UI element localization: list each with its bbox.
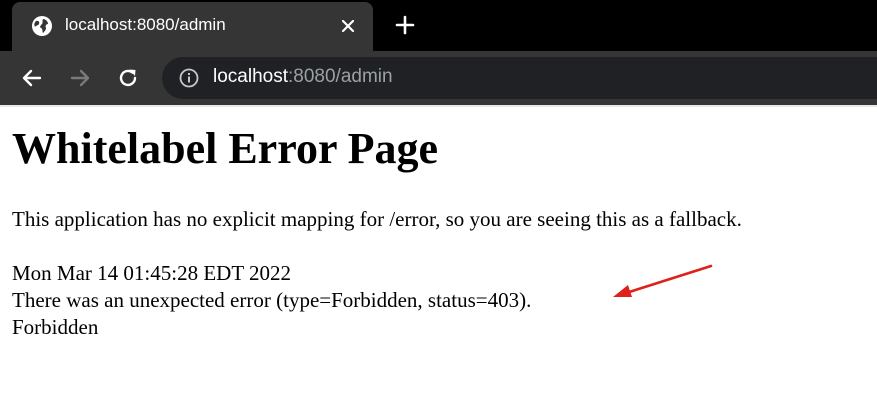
error-message: There was an unexpected error (type=Forb… — [12, 288, 532, 312]
close-icon[interactable] — [339, 17, 357, 35]
tab-bar: localhost:8080/admin — [0, 0, 877, 51]
globe-icon — [32, 16, 52, 36]
info-icon[interactable] — [179, 68, 199, 88]
browser-tab[interactable]: localhost:8080/admin — [12, 2, 373, 51]
browser-toolbar: localhost:8080/admin — [0, 51, 877, 105]
annotation-arrow — [613, 264, 713, 297]
error-description: This application has no explicit mapping… — [12, 207, 742, 231]
new-tab-plus-icon[interactable] — [393, 13, 417, 37]
toolbar-divider — [0, 105, 877, 107]
address-bar[interactable]: localhost:8080/admin — [162, 57, 877, 99]
url-text[interactable]: localhost:8080/admin — [213, 66, 393, 88]
url-host: localhost — [213, 66, 288, 87]
error-detail: Forbidden — [12, 315, 99, 339]
forward-arrow-icon[interactable] — [68, 66, 92, 90]
page-title: Whitelabel Error Page — [12, 124, 439, 173]
tab-title: localhost:8080/admin — [65, 15, 226, 34]
error-details: Mon Mar 14 01:45:28 EDT 2022 There was a… — [12, 260, 531, 341]
reload-icon[interactable] — [116, 66, 140, 90]
url-path: :8080/admin — [288, 66, 393, 87]
back-arrow-icon[interactable] — [20, 66, 44, 90]
error-timestamp: Mon Mar 14 01:45:28 EDT 2022 — [12, 261, 292, 285]
